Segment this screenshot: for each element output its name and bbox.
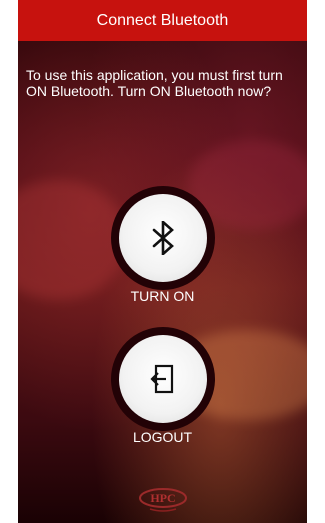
button-ring: [110, 327, 215, 431]
exit-icon: [149, 364, 173, 394]
title-bar: Connect Bluetooth: [18, 0, 307, 41]
bluetooth-icon: [152, 221, 174, 255]
logo-text: HPC: [150, 491, 175, 505]
bluetooth-prompt-text: To use this application, you must first …: [26, 67, 283, 99]
turn-on-bluetooth-button[interactable]: TURN ON: [18, 186, 307, 336]
logout-label: LOGOUT: [132, 429, 193, 445]
page-title: Connect Bluetooth: [96, 11, 229, 29]
button-face: [118, 194, 207, 282]
button-face: [118, 335, 207, 423]
logout-button[interactable]: LOGOUT: [18, 327, 307, 477]
turn-on-label: TURN ON: [130, 288, 195, 304]
hpc-logo: HPC: [139, 488, 187, 512]
app-screen: Connect Bluetooth To use this applicatio…: [18, 0, 307, 523]
button-ring: [110, 186, 215, 290]
